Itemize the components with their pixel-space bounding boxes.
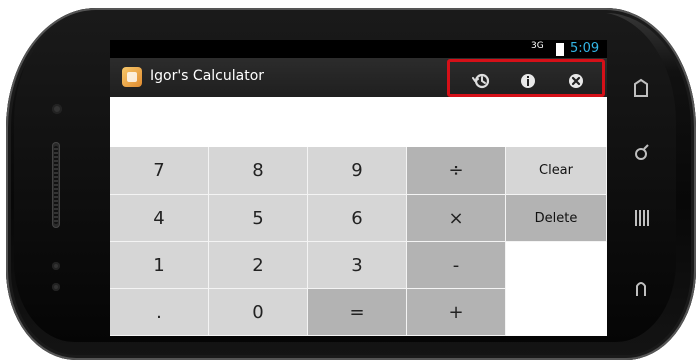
action-bar: Igor's Calculator [110, 58, 607, 97]
device-screen: 3G 5:09 Igor's Calculator 7 8 9 ÷ Clear … [110, 40, 607, 336]
key-minus[interactable]: - [407, 242, 506, 289]
info-icon[interactable] [518, 71, 538, 91]
home-icon[interactable] [630, 278, 652, 300]
key-divide[interactable]: ÷ [407, 147, 506, 195]
key-0[interactable]: 0 [209, 289, 308, 336]
key-1[interactable]: 1 [110, 242, 209, 289]
key-9[interactable]: 9 [308, 147, 407, 195]
key-4[interactable]: 4 [110, 195, 209, 242]
key-equals[interactable]: = [308, 289, 407, 336]
key-5[interactable]: 5 [209, 195, 308, 242]
keypad: 7 8 9 ÷ Clear 4 5 6 × Delete 1 2 3 - . 0… [110, 147, 607, 336]
app-title: Igor's Calculator [150, 68, 265, 84]
highlighted-actions [447, 59, 605, 97]
phone-speaker [52, 142, 60, 228]
front-camera [52, 104, 62, 114]
status-time: 5:09 [570, 41, 600, 56]
light-sensor [52, 262, 60, 270]
search-icon[interactable] [630, 142, 652, 164]
key-3[interactable]: 3 [308, 242, 407, 289]
key-7[interactable]: 7 [110, 147, 209, 195]
app-icon [122, 67, 142, 87]
delete-button[interactable]: Delete [506, 195, 607, 242]
key-6[interactable]: 6 [308, 195, 407, 242]
network-indicator: 3G [531, 41, 544, 51]
key-2[interactable]: 2 [209, 242, 308, 289]
key-8[interactable]: 8 [209, 147, 308, 195]
status-bar: 3G 5:09 [110, 40, 607, 58]
history-icon[interactable] [472, 71, 492, 91]
key-multiply[interactable]: × [407, 195, 506, 242]
battery-icon [556, 43, 564, 56]
menu-icon[interactable] [630, 207, 652, 229]
back-icon[interactable] [630, 78, 652, 100]
close-icon[interactable] [566, 71, 586, 91]
proximity-sensor [52, 283, 60, 291]
key-decimal[interactable]: . [110, 289, 209, 336]
key-plus[interactable]: + [407, 289, 506, 336]
clear-button[interactable]: Clear [506, 147, 607, 195]
calculator-display [110, 97, 607, 147]
